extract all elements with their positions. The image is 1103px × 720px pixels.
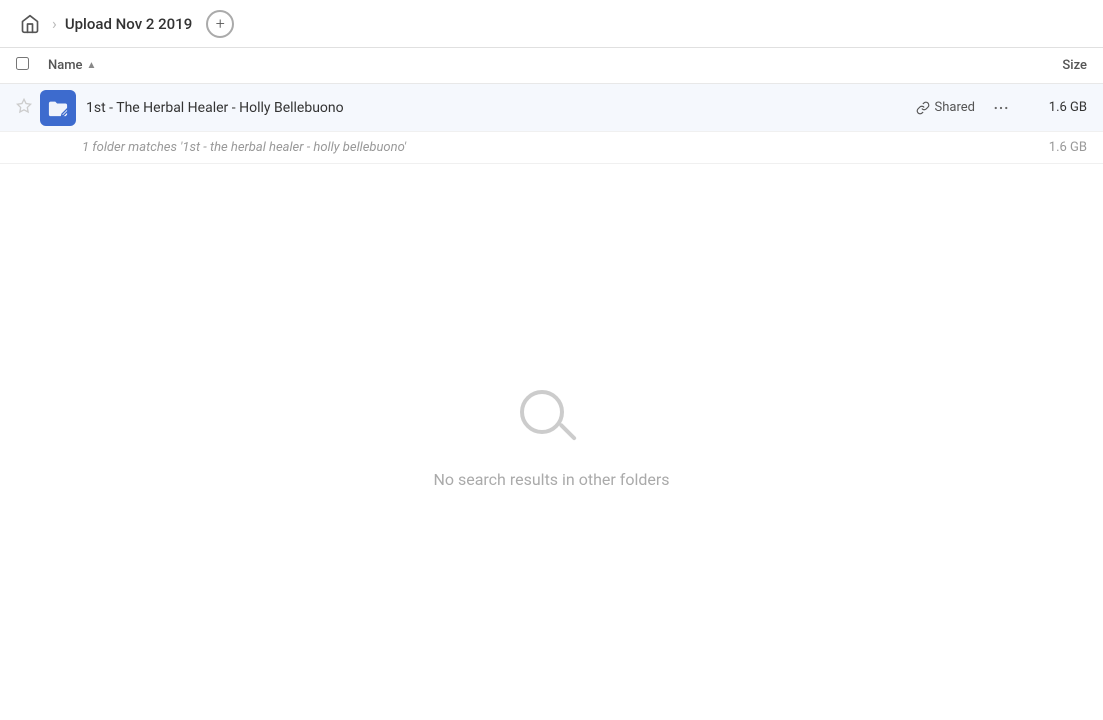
column-headers: Name ▲ Size — [0, 48, 1103, 84]
name-column-header[interactable]: Name ▲ — [48, 58, 1007, 73]
match-info-text: 1 folder matches '1st - the herbal heale… — [82, 140, 1049, 155]
no-results-search-icon — [520, 390, 584, 454]
more-options-button[interactable] — [987, 94, 1015, 122]
match-info-size: 1.6 GB — [1049, 140, 1087, 155]
file-name-label: 1st - The Herbal Healer - Holly Bellebuo… — [86, 100, 916, 116]
file-size-label: 1.6 GB — [1027, 100, 1087, 115]
empty-state-label: No search results in other folders — [433, 470, 669, 489]
breadcrumb-title[interactable]: Upload Nov 2 2019 — [65, 15, 192, 33]
sort-arrow-icon: ▲ — [87, 60, 97, 71]
empty-state: No search results in other folders — [0, 164, 1103, 714]
breadcrumb-separator: › — [52, 14, 57, 33]
match-info-row: 1 folder matches '1st - the herbal heale… — [0, 132, 1103, 164]
size-column-header: Size — [1007, 58, 1087, 73]
link-icon — [916, 101, 930, 115]
star-icon[interactable] — [16, 98, 40, 118]
home-icon[interactable] — [16, 10, 44, 38]
select-all-checkbox[interactable] — [16, 57, 48, 74]
shared-label: Shared — [935, 100, 975, 115]
add-button[interactable]: + — [206, 10, 234, 38]
shared-badge: Shared — [916, 100, 975, 115]
folder-icon — [40, 90, 76, 126]
header-bar: › Upload Nov 2 2019 + — [0, 0, 1103, 48]
file-list-item[interactable]: 1st - The Herbal Healer - Holly Bellebuo… — [0, 84, 1103, 132]
